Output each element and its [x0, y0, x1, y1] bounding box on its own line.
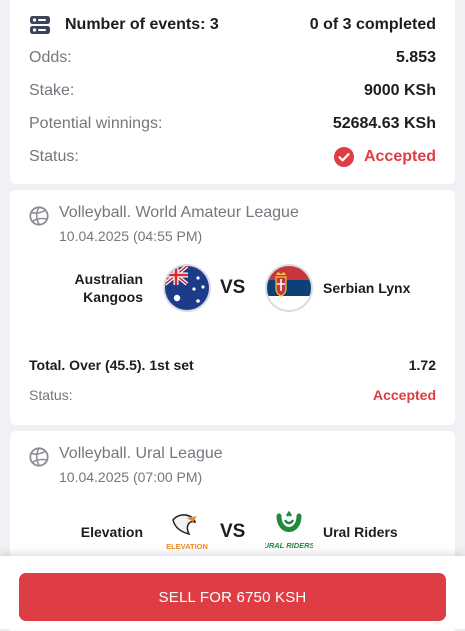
vs-label: VS: [220, 277, 246, 298]
league-name: Volleyball. World Amateur League: [59, 204, 299, 221]
ural-riders-logo-text: URAL RIDERS: [265, 541, 313, 550]
team2-name: Ural Riders: [323, 524, 398, 540]
event-header: Volleyball. Ural League 10.04.2025 (07:0…: [29, 443, 223, 487]
event-header: Volleyball. World Amateur League 10.04.2…: [29, 202, 299, 246]
bottom-action-bar: SELL FOR 6750 KSH: [0, 556, 465, 629]
winnings-value: 52684.63 KSh: [332, 115, 436, 132]
bet-odds: 1.72: [408, 357, 436, 373]
odds-row: Odds: 5.853: [29, 49, 436, 67]
completed-count: 0 of 3 completed: [309, 16, 436, 33]
stake-value: 9000 KSh: [363, 82, 436, 99]
winnings-label: Potential winnings:: [29, 115, 163, 132]
events-icon: [30, 16, 50, 34]
australia-flag-icon: [163, 264, 211, 312]
ural-riders-logo: URAL RIDERS: [265, 510, 313, 550]
vs-label: VS: [220, 521, 246, 542]
event-card: Volleyball. World Amateur League 10.04.2…: [10, 190, 455, 425]
odds-value: 5.853: [395, 49, 436, 66]
stake-row: Stake: 9000 KSh: [29, 82, 436, 100]
match-row: Australian Kangoos VS Serbian Lynx: [10, 262, 455, 314]
event-status-label: Status:: [29, 387, 73, 403]
bet-type: Total. Over (45.5). 1st set: [29, 357, 194, 373]
event-datetime: 10.04.2025 (04:55 PM): [59, 228, 203, 244]
volleyball-icon: [29, 206, 49, 226]
status-row: Status: Accepted: [29, 147, 436, 167]
bet-summary-card: Number of events: 3 0 of 3 completed Odd…: [10, 0, 455, 184]
match-row: Elevation ELEVATION VS URAL RIDERS Ural …: [10, 506, 455, 558]
event-datetime: 10.04.2025 (07:00 PM): [59, 469, 203, 485]
event-status-value: Accepted: [372, 387, 436, 403]
stake-label: Stake:: [29, 82, 75, 99]
events-row: Number of events: 3 0 of 3 completed: [29, 14, 436, 36]
bet-row: Total. Over (45.5). 1st set 1.72: [29, 357, 436, 373]
elevation-logo: ELEVATION: [166, 514, 208, 551]
events-count-label: Number of events: 3: [65, 16, 219, 33]
status-label: Status:: [29, 148, 79, 165]
event-status-row: Status: Accepted: [29, 387, 436, 403]
team2-name: Serbian Lynx: [323, 280, 411, 296]
winnings-row: Potential winnings: 52684.63 KSh: [29, 115, 436, 133]
serbia-flag-icon: [265, 264, 313, 312]
status-value: Accepted: [363, 148, 436, 165]
sell-button[interactable]: SELL FOR 6750 KSH: [19, 573, 446, 621]
odds-label: Odds:: [29, 49, 72, 66]
check-circle-icon: [333, 147, 354, 167]
team1-name: Australian Kangoos: [74, 271, 143, 305]
volleyball-icon: [29, 447, 49, 467]
team1-name: Elevation: [80, 524, 143, 540]
elevation-logo-text: ELEVATION: [166, 542, 208, 551]
league-name: Volleyball. Ural League: [59, 445, 223, 462]
